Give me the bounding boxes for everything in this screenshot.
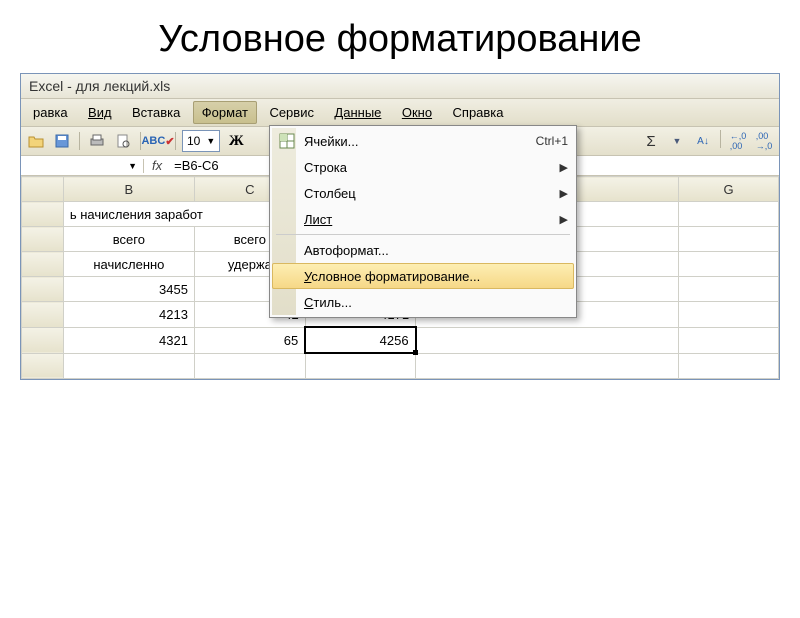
menu-help[interactable]: Справка [445, 102, 512, 123]
menu-insert[interactable]: Вставка [124, 102, 188, 123]
active-cell[interactable]: 4256 [305, 327, 415, 353]
menu-window[interactable]: Окно [394, 102, 440, 123]
cells-icon [278, 132, 296, 150]
dd-style[interactable]: Стиль... [272, 289, 574, 315]
menubar: равка Вид Вставка Формат Сервис Данные О… [21, 99, 779, 127]
dd-sheet[interactable]: Лист ▶ [272, 206, 574, 232]
fx-label[interactable]: fx [144, 156, 170, 175]
dd-autoformat[interactable]: Автоформат... [272, 237, 574, 263]
spellcheck-icon[interactable]: ABC✔ [147, 130, 169, 152]
font-size-select[interactable]: 10▼ [182, 130, 220, 152]
slide-title: Условное форматирование [0, 18, 800, 61]
menu-view[interactable]: Вид [80, 102, 120, 123]
window-titlebar: Excel - для лекций.xls [21, 74, 779, 99]
chevron-right-icon: ▶ [560, 187, 568, 200]
dd-conditional-formatting[interactable]: Условное форматирование... [272, 263, 574, 289]
dd-cells-label: Ячейки... [304, 134, 528, 149]
chevron-right-icon: ▶ [560, 213, 568, 226]
menu-format[interactable]: Формат [193, 101, 257, 124]
dd-cells[interactable]: Ячейки... Ctrl+1 [272, 128, 574, 154]
sort-az-icon[interactable]: A↓ [692, 130, 714, 152]
menu-tools[interactable]: Сервис [261, 102, 322, 123]
dd-cells-shortcut: Ctrl+1 [536, 134, 568, 148]
increase-decimal-icon[interactable]: ←,0,00 [727, 130, 749, 152]
chevron-down-icon[interactable]: ▼ [666, 130, 688, 152]
decrease-decimal-icon[interactable]: ,00→,0 [753, 130, 775, 152]
print-icon[interactable] [86, 130, 108, 152]
table-row: 4321 65 4256 [22, 327, 779, 353]
row-header-corner[interactable] [22, 177, 64, 202]
col-header-g[interactable]: G [679, 177, 779, 202]
autosum-icon[interactable]: Σ [640, 130, 662, 152]
bold-button[interactable]: Ж [224, 130, 248, 152]
table-row [22, 353, 779, 379]
dd-column[interactable]: Столбец ▶ [272, 180, 574, 206]
name-box[interactable]: ▼ [21, 159, 144, 173]
open-icon[interactable] [25, 130, 47, 152]
dd-row[interactable]: Строка ▶ [272, 154, 574, 180]
dd-separator [276, 234, 570, 235]
print-preview-icon[interactable] [112, 130, 134, 152]
col-header-b[interactable]: B [63, 177, 194, 202]
save-icon[interactable] [51, 130, 73, 152]
excel-window: Excel - для лекций.xls равка Вид Вставка… [20, 73, 780, 380]
format-dropdown: Ячейки... Ctrl+1 Строка ▶ Столбец ▶ Лист… [269, 125, 577, 318]
chevron-right-icon: ▶ [560, 161, 568, 174]
menu-edit[interactable]: равка [25, 102, 76, 123]
menu-data[interactable]: Данные [326, 102, 389, 123]
